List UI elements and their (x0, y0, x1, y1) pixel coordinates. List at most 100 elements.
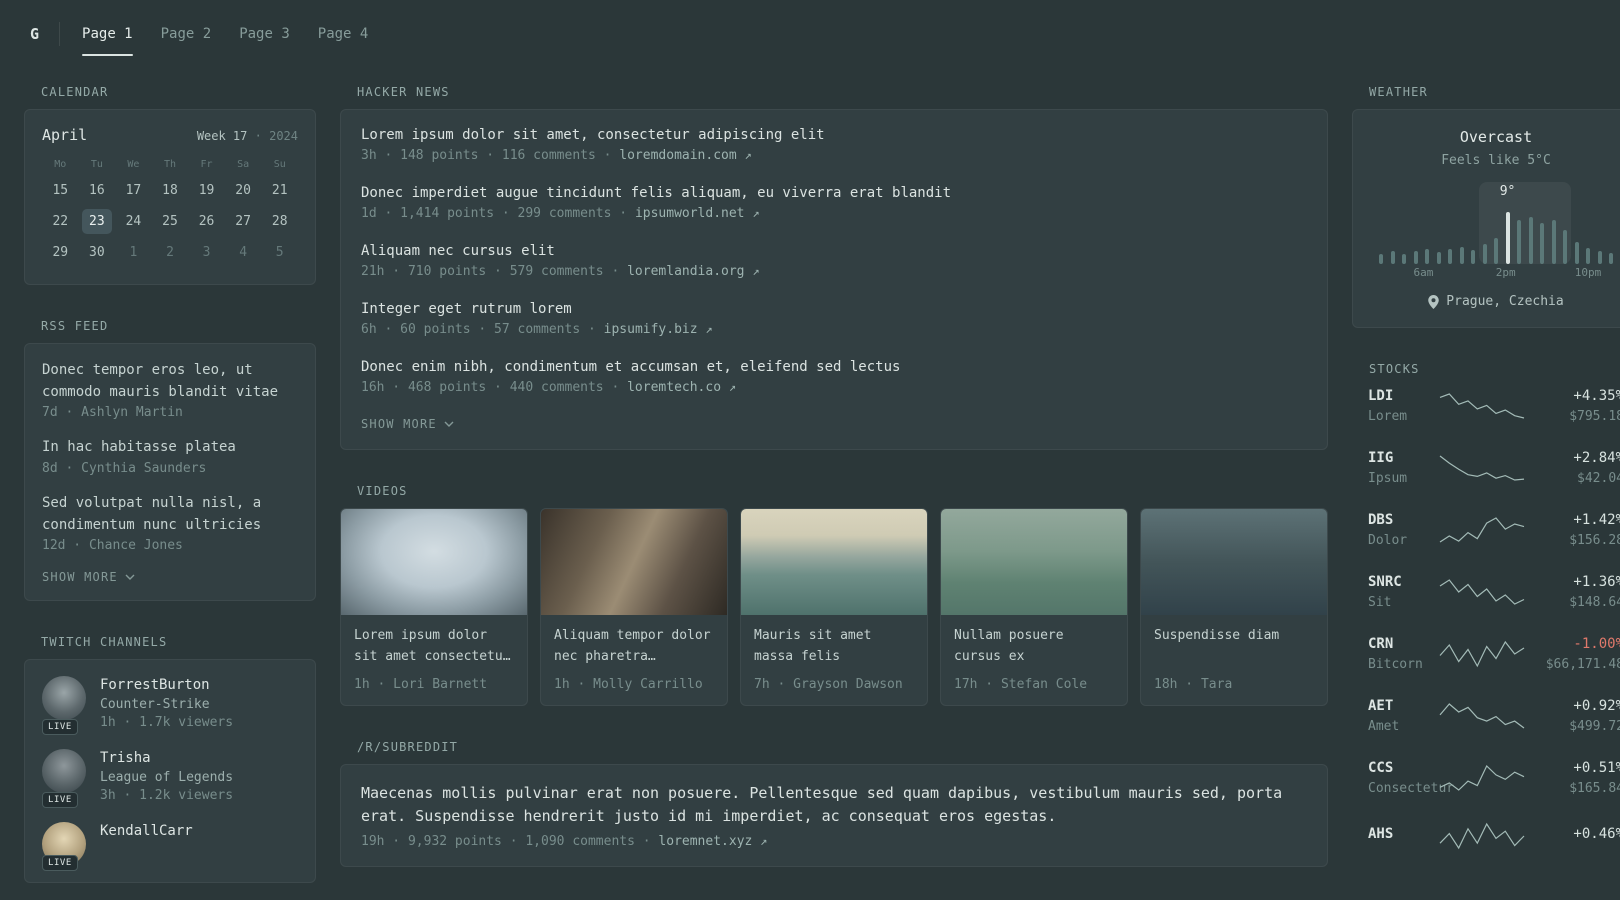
video-title[interactable]: Lorem ipsum dolor sit amet consectetu… (354, 626, 514, 668)
story-item[interactable]: Aliquam nec cursus elit 21h · 710 points… (361, 243, 1307, 279)
video-thumbnail[interactable] (541, 509, 727, 615)
video-thumbnail[interactable] (1141, 509, 1327, 615)
story-domain-link[interactable]: loremtech.co (627, 380, 721, 395)
stock-name: Sit (1368, 595, 1392, 610)
video-thumbnail[interactable] (741, 509, 927, 615)
live-badge: LIVE (42, 719, 78, 736)
weather-time-label: 2pm (1495, 266, 1516, 279)
tab-page-2[interactable]: Page 2 (161, 22, 212, 46)
external-link-icon: ↗ (705, 322, 713, 336)
feed-item-title[interactable]: Donec tempor eros leo, ut commodo mauris… (42, 360, 298, 403)
video-meta: 1h · Molly Carrillo (554, 677, 703, 692)
feed-item-meta: 8d · Cynthia Saunders (42, 461, 207, 477)
story-item[interactable]: Donec enim nibh, condimentum et accumsan… (361, 359, 1307, 395)
calendar-day: 20 (235, 183, 251, 198)
channel-name[interactable]: Trisha (100, 750, 233, 766)
video-card[interactable]: Suspendisse diam 18h · Tara (1140, 508, 1328, 706)
stock-name: Dolor (1368, 533, 1408, 548)
hacker-news-card: Lorem ipsum dolor sit amet, consectetur … (340, 109, 1328, 450)
post-item[interactable]: Maecenas mollis pulvinar erat non posuer… (361, 782, 1307, 849)
feed-item[interactable]: Donec tempor eros leo, ut commodo mauris… (42, 360, 298, 420)
video-thumbnail[interactable] (341, 509, 527, 615)
story-item[interactable]: Lorem ipsum dolor sit amet, consectetur … (361, 127, 1307, 163)
channel-name[interactable]: ForrestBurton (100, 677, 233, 693)
calendar-day: 29 (52, 245, 69, 260)
video-card[interactable]: Aliquam tempor dolor nec pharetra… 1h · … (540, 508, 728, 706)
weather-bar (1505, 212, 1510, 264)
channel-game: Counter-Strike (100, 697, 210, 713)
story-title[interactable]: Donec enim nibh, condimentum et accumsan… (361, 359, 1307, 375)
tab-page-1[interactable]: Page 1 (82, 22, 133, 56)
calendar-day-headers: Mo Tu We Th Fr Sa Su (42, 154, 298, 175)
stock-name: Ipsum (1368, 471, 1408, 486)
story-domain-link[interactable]: loremdomain.com (619, 148, 736, 163)
stock-row[interactable]: DBS Dolor +1.42% $156.28 (1368, 512, 1620, 548)
story-domain-link[interactable]: ipsumify.biz (604, 322, 698, 337)
story-item[interactable]: Integer eget rutrum lorem 6h · 60 points… (361, 301, 1307, 337)
video-thumbnail[interactable] (941, 509, 1127, 615)
stock-row[interactable]: SNRC Sit +1.36% $148.64 (1368, 574, 1620, 610)
channel-name[interactable]: KendallCarr (100, 823, 193, 839)
left-column: CALENDAR April Week 17 · 2024 Mo Tu We Th Fr… (24, 85, 316, 900)
weather-bar (1471, 250, 1475, 264)
story-title[interactable]: Aliquam nec cursus elit (361, 243, 1307, 259)
twitch-channel[interactable]: LIVE Trisha League of Legends 3h · 1.2k … (42, 749, 298, 809)
story-item[interactable]: Donec imperdiet augue tincidunt felis al… (361, 185, 1307, 221)
video-title[interactable]: Aliquam tempor dolor nec pharetra… (554, 626, 714, 668)
calendar-day-header: Tu (90, 159, 103, 170)
story-domain-link[interactable]: loremlandia.org (627, 264, 744, 279)
weather-bar (1563, 230, 1567, 264)
avatar-image (42, 676, 86, 721)
stock-row[interactable]: AHS +0.46% (1368, 822, 1620, 850)
post-domain-link[interactable]: loremnet.xyz (658, 834, 752, 849)
weather-bar (1574, 242, 1579, 264)
stocks-widget-title: STOCKS (1369, 362, 1420, 376)
video-card[interactable]: Lorem ipsum dolor sit amet consectetu… 1… (340, 508, 528, 706)
stock-row[interactable]: CRN Bitcorn -1.00% $66,171.48 (1368, 636, 1620, 672)
weather-bar (1448, 249, 1452, 264)
post-title[interactable]: Maecenas mollis pulvinar erat non posuer… (361, 782, 1307, 827)
videos-widget-title: VIDEOS (357, 484, 408, 498)
video-card[interactable]: Mauris sit amet massa felis 7h · Grayson… (740, 508, 928, 706)
weather-time-label: 10pm (1574, 266, 1602, 279)
story-meta: 21h · 710 points · 579 comments · loreml… (361, 264, 760, 279)
stock-price: $66,171.48 (1545, 657, 1620, 672)
story-title[interactable]: Donec imperdiet augue tincidunt felis al… (361, 185, 1307, 201)
stock-row[interactable]: CCS Consectetur +0.51% $165.84 (1368, 760, 1620, 796)
feed-item-title[interactable]: In hac habitasse platea (42, 437, 298, 459)
story-title[interactable]: Lorem ipsum dolor sit amet, consectetur … (361, 127, 1307, 143)
stock-symbol: IIG (1368, 450, 1394, 466)
stock-sparkline (1439, 640, 1525, 668)
video-title[interactable]: Suspendisse diam (1154, 626, 1314, 668)
show-more-label: SHOW MORE (361, 417, 437, 431)
video-title[interactable]: Mauris sit amet massa felis (754, 626, 914, 668)
app-logo[interactable]: G (24, 25, 45, 43)
video-title[interactable]: Nullam posuere cursus ex (954, 626, 1114, 668)
stock-symbol: LDI (1368, 388, 1394, 404)
stock-symbol: SNRC (1368, 574, 1402, 590)
tab-page-3[interactable]: Page 3 (239, 22, 290, 46)
stock-price: $156.28 (1569, 533, 1620, 548)
calendar-day: 30 (89, 245, 105, 260)
story-title[interactable]: Integer eget rutrum lorem (361, 301, 1307, 317)
story-domain-link[interactable]: ipsumworld.net (635, 206, 745, 221)
twitch-channel[interactable]: LIVE ForrestBurton Counter-Strike 1h · 1… (42, 676, 298, 736)
rss-show-more-button[interactable]: SHOW MORE (42, 570, 135, 584)
calendar-day-header: Fr (200, 159, 213, 170)
stock-name: Amet (1368, 719, 1400, 734)
feed-item-title[interactable]: Sed volutpat nulla nisl, a condimentum n… (42, 493, 298, 536)
feed-item[interactable]: In hac habitasse platea 8d · Cynthia Sau… (42, 437, 298, 476)
middle-column: HACKER NEWS Lorem ipsum dolor sit amet, … (340, 85, 1328, 900)
hacker-news-show-more-button[interactable]: SHOW MORE (361, 417, 454, 431)
stock-row[interactable]: AET Amet +0.92% $499.72 (1368, 698, 1620, 734)
video-card[interactable]: Nullam posuere cursus ex 17h · Stefan Co… (940, 508, 1128, 706)
twitch-channel[interactable]: LIVE KendallCarr (42, 822, 298, 872)
twitch-widget: TWITCH CHANNELS LIVE ForrestBurton Count… (24, 635, 316, 884)
stock-row[interactable]: LDI Lorem +4.35% $795.18 (1368, 388, 1620, 424)
feed-item[interactable]: Sed volutpat nulla nisl, a condimentum n… (42, 493, 298, 553)
twitch-widget-title: TWITCH CHANNELS (41, 635, 168, 650)
tab-page-4[interactable]: Page 4 (318, 22, 369, 46)
weather-location[interactable]: Prague, Czechia (1369, 294, 1620, 309)
stock-row[interactable]: IIG Ipsum +2.84% $42.04 (1368, 450, 1620, 486)
dashboard: CALENDAR April Week 17 · 2024 Mo Tu We Th Fr… (0, 68, 1620, 900)
